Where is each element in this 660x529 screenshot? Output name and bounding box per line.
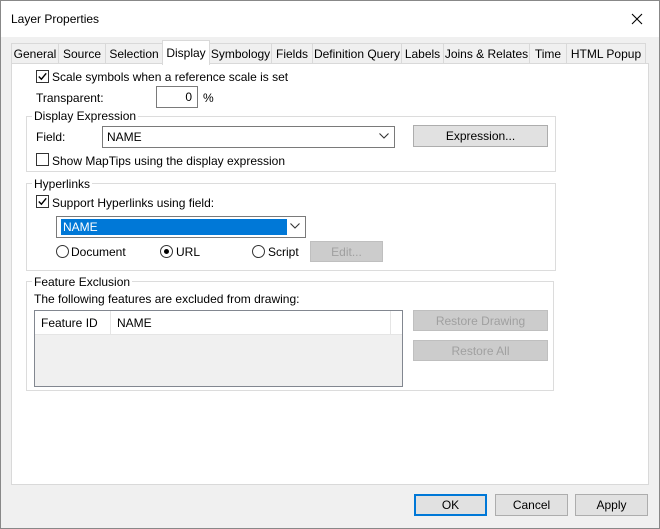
restore-drawing-button[interactable]: Restore Drawing: [413, 310, 548, 331]
tab-labels[interactable]: Labels: [401, 43, 444, 64]
column-feature-id[interactable]: Feature ID: [35, 311, 111, 335]
display-expression-title: Display Expression: [32, 109, 139, 123]
tab-general[interactable]: General: [11, 43, 59, 64]
tab-definition-query[interactable]: Definition Query: [312, 43, 402, 64]
tab-source[interactable]: Source: [58, 43, 106, 64]
checkmark-icon: [38, 72, 47, 81]
tab-time[interactable]: Time: [529, 43, 567, 64]
url-radio[interactable]: [160, 245, 173, 258]
expression-button[interactable]: Expression...: [413, 125, 548, 147]
display-field-select[interactable]: NAME: [102, 126, 395, 148]
tab-html-popup[interactable]: HTML Popup: [566, 43, 646, 64]
display-field-value: NAME: [107, 130, 142, 144]
chevron-down-icon: [290, 223, 300, 229]
excluded-features-list[interactable]: Feature ID NAME: [34, 310, 403, 387]
radio-selected-dot: [164, 249, 169, 254]
restore-all-button[interactable]: Restore All: [413, 340, 548, 361]
script-radio-label: Script: [268, 245, 299, 259]
apply-button[interactable]: Apply: [575, 494, 648, 516]
percent-label: %: [203, 91, 214, 105]
list-header: Feature ID NAME: [35, 311, 402, 335]
hyperlinks-title: Hyperlinks: [32, 177, 93, 191]
tab-symbology[interactable]: Symbology: [209, 43, 272, 64]
document-radio-label: Document: [71, 245, 126, 259]
transparent-input[interactable]: 0: [156, 86, 198, 108]
column-name[interactable]: NAME: [111, 311, 391, 335]
support-hyperlinks-label: Support Hyperlinks using field:: [52, 196, 215, 210]
cancel-button[interactable]: Cancel: [495, 494, 568, 516]
tab-fields[interactable]: Fields: [271, 43, 313, 64]
window-title: Layer Properties: [11, 12, 100, 26]
scale-symbols-checkbox[interactable]: [36, 70, 49, 83]
support-hyperlinks-checkbox[interactable]: [36, 195, 49, 208]
display-tab-panel: Scale symbols when a reference scale is …: [11, 63, 649, 485]
edit-button[interactable]: Edit...: [310, 241, 383, 262]
chevron-down-icon: [379, 133, 389, 139]
close-button[interactable]: [615, 1, 659, 37]
hyperlink-field-select[interactable]: NAME: [56, 216, 306, 238]
title-bar: Layer Properties: [1, 1, 659, 37]
tab-display[interactable]: Display: [162, 40, 210, 65]
transparent-label: Transparent:: [36, 91, 104, 105]
ok-button[interactable]: OK: [414, 494, 487, 516]
url-radio-label: URL: [176, 245, 201, 259]
checkmark-icon: [38, 197, 47, 206]
tab-joins-relates[interactable]: Joins & Relates: [443, 43, 530, 64]
scale-symbols-label: Scale symbols when a reference scale is …: [52, 70, 289, 84]
feature-exclusion-description: The following features are excluded from…: [34, 292, 300, 306]
layer-properties-dialog: Layer Properties General Source Selectio…: [0, 0, 660, 529]
close-icon: [631, 13, 643, 25]
maptips-label: Show MapTips using the display expressio…: [52, 154, 286, 168]
feature-exclusion-title: Feature Exclusion: [32, 275, 133, 289]
document-radio[interactable]: [56, 245, 69, 258]
tab-selection[interactable]: Selection: [105, 43, 163, 64]
field-label: Field:: [36, 130, 66, 144]
script-radio[interactable]: [252, 245, 265, 258]
maptips-checkbox[interactable]: [36, 153, 49, 166]
hyperlink-field-value: NAME: [61, 219, 287, 235]
